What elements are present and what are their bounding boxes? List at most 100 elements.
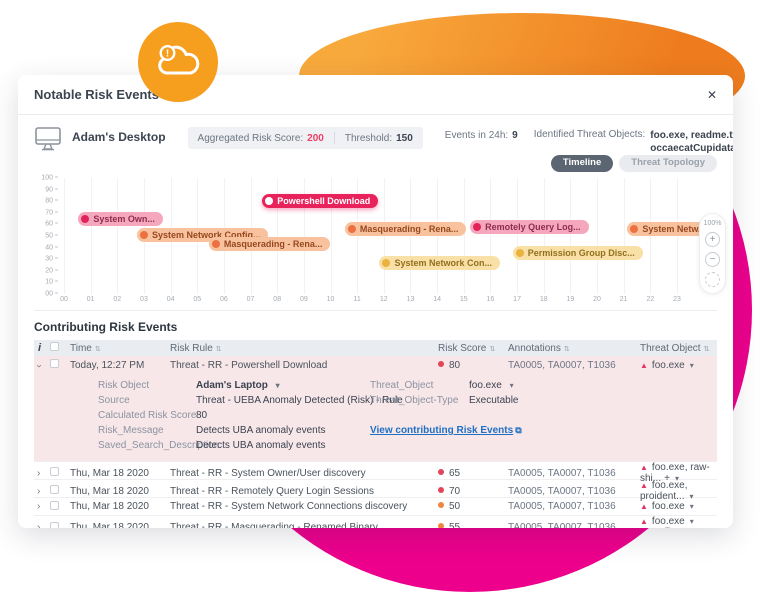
risk-object-value[interactable]: Adam's Laptop ▾ [196, 380, 370, 391]
expand-row-icon[interactable]: › [37, 486, 40, 497]
collapse-row-icon[interactable]: › [34, 364, 45, 367]
row-checkbox[interactable] [50, 485, 59, 494]
cell-threat-object[interactable]: ▲foo.exe▾ [640, 516, 717, 528]
row-checkbox[interactable] [50, 501, 59, 510]
timeline-plot: System Own...System Network Config...Mas… [64, 178, 677, 294]
chevron-down-icon[interactable]: ▾ [689, 492, 693, 501]
tab-threat-topology[interactable]: Threat Topology [619, 155, 717, 172]
cell-threat-object[interactable]: ▲foo.exe, proident...▾ [640, 480, 717, 502]
row-checkbox[interactable] [50, 522, 59, 529]
select-all-checkbox[interactable] [50, 342, 59, 351]
hour-gridline [64, 178, 65, 294]
x-axis-label: 13 [407, 296, 415, 303]
hour-gridline [570, 178, 571, 294]
cell-annotations: TA0005, TA0007, T1036 [508, 486, 640, 497]
timeline-event-pill[interactable]: Masquerading - Rena... [209, 237, 331, 251]
info-icon[interactable]: i [38, 342, 50, 354]
table-row[interactable]: ›Thu, Mar 18 2020Threat - RR - System Ow… [34, 462, 717, 480]
cell-risk-rule: Threat - RR - Remotely Query Login Sessi… [170, 486, 438, 497]
x-axis-label: 17 [513, 296, 521, 303]
column-header-risk-rule[interactable]: Risk Rule⇅ [170, 343, 438, 354]
view-contributing-risk-events-link[interactable]: View contributing Risk Events⧉ [370, 425, 717, 436]
timeline-event-pill[interactable]: System Own... [78, 212, 163, 226]
scroll-indicator-button[interactable] [662, 527, 673, 528]
table-row[interactable]: › Thu, Mar 18 2020Threat - RR - System Ne… [34, 498, 717, 516]
hour-gridline [91, 178, 92, 294]
cell-annotations: TA0005, TA0007, T1036 [508, 468, 640, 479]
close-icon[interactable]: ✕ [707, 88, 717, 102]
cell-time: Thu, Mar 18 2020 [70, 486, 170, 497]
risk-object-label: Risk Object [98, 380, 196, 391]
column-header-time[interactable]: Time⇅ [70, 343, 170, 354]
column-header-threat-object[interactable]: Threat Object⇅ [640, 343, 717, 354]
saved-search-description-label: Saved_Search_Description [98, 440, 196, 451]
cell-threat-object[interactable]: ▲foo.exe▾ [640, 360, 717, 371]
timeline-event-pill[interactable]: System Network Con... [379, 256, 500, 270]
entity-name: Adam's Desktop [72, 130, 166, 144]
cell-annotations: TA0005, TA0007, T1036 [508, 360, 640, 371]
x-axis-label: 16 [487, 296, 495, 303]
table-row[interactable]: ›Thu, Mar 18 2020Threat - RR - Masquerad… [34, 516, 717, 528]
risk-score-pill: Aggregated Risk Score: 200 Threshold: 15… [188, 127, 423, 149]
cell-time: Today, 12:27 PM [70, 360, 170, 371]
x-axis-label: 06 [220, 296, 228, 303]
y-axis-label: 80 [45, 198, 58, 205]
zoom-in-button[interactable]: + [705, 232, 720, 247]
event-label: Masquerading - Rena... [360, 224, 459, 234]
tab-timeline[interactable]: Timeline [551, 155, 613, 172]
cell-risk-rule: Threat - RR - Masquerading - Renamed Bin… [170, 522, 438, 528]
timeline-event-pill[interactable]: Remotely Query Log... [470, 220, 589, 234]
expand-row-icon[interactable]: › [37, 468, 40, 479]
svg-text:!: ! [166, 49, 169, 60]
event-label: Permission Group Disc... [528, 248, 635, 258]
column-header-annotations[interactable]: Annotations⇅ [508, 343, 640, 354]
hour-gridline [624, 178, 625, 294]
y-axis: 10090807060504030201000 [34, 178, 58, 294]
timeline-event-pill[interactable]: Permission Group Disc... [513, 246, 643, 260]
timeline-event-pill[interactable]: Powershell Download [262, 194, 378, 208]
events-24h-label: Events in 24h: [445, 130, 508, 141]
row-checkbox[interactable] [50, 467, 59, 476]
chevron-down-icon[interactable]: ▾ [690, 361, 694, 370]
x-axis-label: 07 [247, 296, 255, 303]
y-axis-label: 10 [45, 279, 58, 286]
timeline-event-pill[interactable]: Masquerading - Rena... [345, 222, 467, 236]
risk-cloud-badge: ! [138, 22, 218, 102]
x-axis-label: 02 [113, 296, 121, 303]
hour-gridline [117, 178, 118, 294]
x-axis-label: 05 [193, 296, 201, 303]
zoom-reset-button[interactable] [705, 272, 720, 287]
external-link-icon: ⧉ [515, 425, 521, 436]
event-label: Masquerading - Rena... [224, 239, 323, 249]
cell-time: Thu, Mar 18 2020 [70, 501, 170, 512]
x-axis-label: 21 [620, 296, 628, 303]
expand-row-icon[interactable]: › [37, 522, 40, 528]
event-dot-icon [382, 259, 390, 267]
threat-object-value[interactable]: foo.exe ▾ [469, 380, 717, 391]
cell-threat-object[interactable]: ▲foo.exe▾ [640, 501, 717, 512]
aggregated-score-label: Aggregated Risk Score: [198, 133, 304, 144]
threat-objects-label: Identified Threat Objects: [534, 129, 646, 155]
expanded-row-detail: Risk Object Adam's Laptop ▾ Threat_Objec… [34, 374, 717, 462]
threshold-value: 150 [396, 133, 413, 144]
expand-row-icon[interactable]: › [37, 501, 40, 512]
chevron-down-icon[interactable]: ▾ [690, 517, 694, 526]
cell-time: Thu, Mar 18 2020 [70, 468, 170, 479]
x-axis-label: 10 [327, 296, 335, 303]
threat-triangle-icon: ▲ [640, 481, 648, 490]
table-row[interactable]: › Thu, Mar 18 2020Threat - RR - Remotely … [34, 480, 717, 498]
y-axis-label: 40 [45, 244, 58, 251]
y-axis-label: 60 [45, 221, 58, 228]
chevron-down-icon[interactable]: ▾ [690, 502, 694, 511]
column-header-risk-score[interactable]: Risk Score⇅ [438, 343, 508, 354]
cell-risk-rule: Threat - RR - System Network Connections… [170, 501, 438, 512]
zoom-out-button[interactable]: − [705, 252, 720, 267]
row-checkbox[interactable] [50, 359, 59, 368]
sort-icon: ⇅ [564, 346, 570, 353]
cell-risk-score: 80 [438, 360, 508, 371]
cell-annotations: TA0005, TA0007, T1036 [508, 522, 640, 528]
table-row[interactable]: ›Today, 12:27 PMThreat - RR - Powershell… [34, 356, 717, 374]
sort-icon: ⇅ [704, 346, 710, 353]
x-axis-label: 18 [540, 296, 548, 303]
cell-risk-score: 70 [438, 486, 508, 497]
